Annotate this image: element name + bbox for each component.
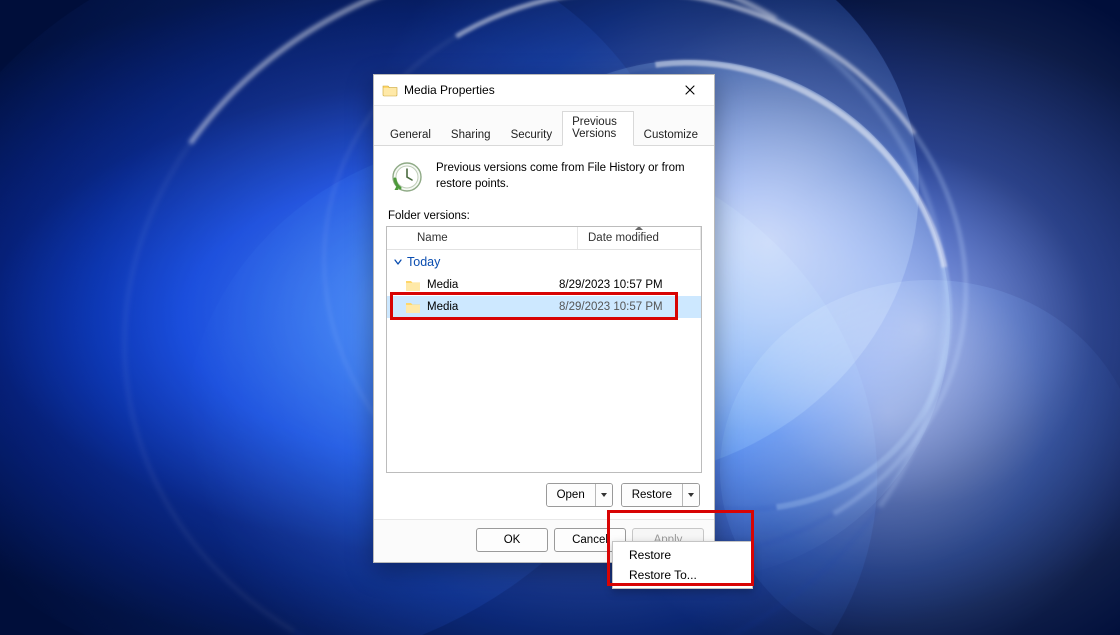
list-header: Name Date modified [387,227,701,250]
group-today[interactable]: Today [387,250,701,274]
caret-down-icon [687,492,695,498]
item-name: Media [427,301,553,313]
tab-security[interactable]: Security [501,124,563,146]
versions-list[interactable]: Name Date modified Today [386,226,702,473]
close-button[interactable] [672,78,708,102]
tab-customize[interactable]: Customize [634,124,708,146]
item-date: 8/29/2023 10:57 PM [553,301,701,313]
close-icon [685,85,695,95]
column-header-date-modified[interactable]: Date modified [578,227,701,249]
tab-sharing[interactable]: Sharing [441,124,501,146]
action-row: Open Restore [386,473,702,511]
menu-item-restore-to[interactable]: Restore To... [615,565,750,585]
restore-dropdown-menu: Restore Restore To... [612,541,753,589]
properties-dialog: Media Properties General Sharing Securit… [373,74,715,563]
list-item[interactable]: Media 8/29/2023 10:57 PM [387,274,701,296]
sort-indicator-icon [635,226,643,230]
titlebar[interactable]: Media Properties [374,75,714,106]
list-item[interactable]: Media 8/29/2023 10:57 PM [387,296,701,318]
column-header-name[interactable]: Name [387,227,578,249]
open-dropdown-button[interactable] [596,484,612,506]
history-clock-icon [390,160,424,194]
folder-versions-label: Folder versions: [388,210,700,222]
chevron-down-icon [393,257,403,267]
tab-body-previous-versions: Previous versions come from File History… [374,146,714,519]
menu-item-restore[interactable]: Restore [615,545,750,565]
ok-button[interactable]: OK [476,528,548,552]
window-title: Media Properties [404,83,672,97]
open-split-button[interactable]: Open [546,483,613,507]
column-header-date-label: Date modified [588,232,659,244]
tab-strip: General Sharing Security Previous Versio… [374,106,714,146]
tab-previous-versions[interactable]: Previous Versions [562,111,634,146]
folder-icon [382,83,398,97]
info-row: Previous versions come from File History… [386,156,702,204]
restore-button[interactable]: Restore [622,484,683,506]
restore-dropdown-button[interactable] [683,484,699,506]
item-date: 8/29/2023 10:57 PM [553,279,701,291]
folder-icon [405,278,421,292]
info-text: Previous versions come from File History… [436,161,698,192]
open-button[interactable]: Open [547,484,596,506]
folder-icon [405,300,421,314]
tab-general[interactable]: General [380,124,441,146]
group-label: Today [407,255,440,269]
restore-split-button[interactable]: Restore [621,483,700,507]
item-name: Media [427,279,553,291]
caret-down-icon [600,492,608,498]
